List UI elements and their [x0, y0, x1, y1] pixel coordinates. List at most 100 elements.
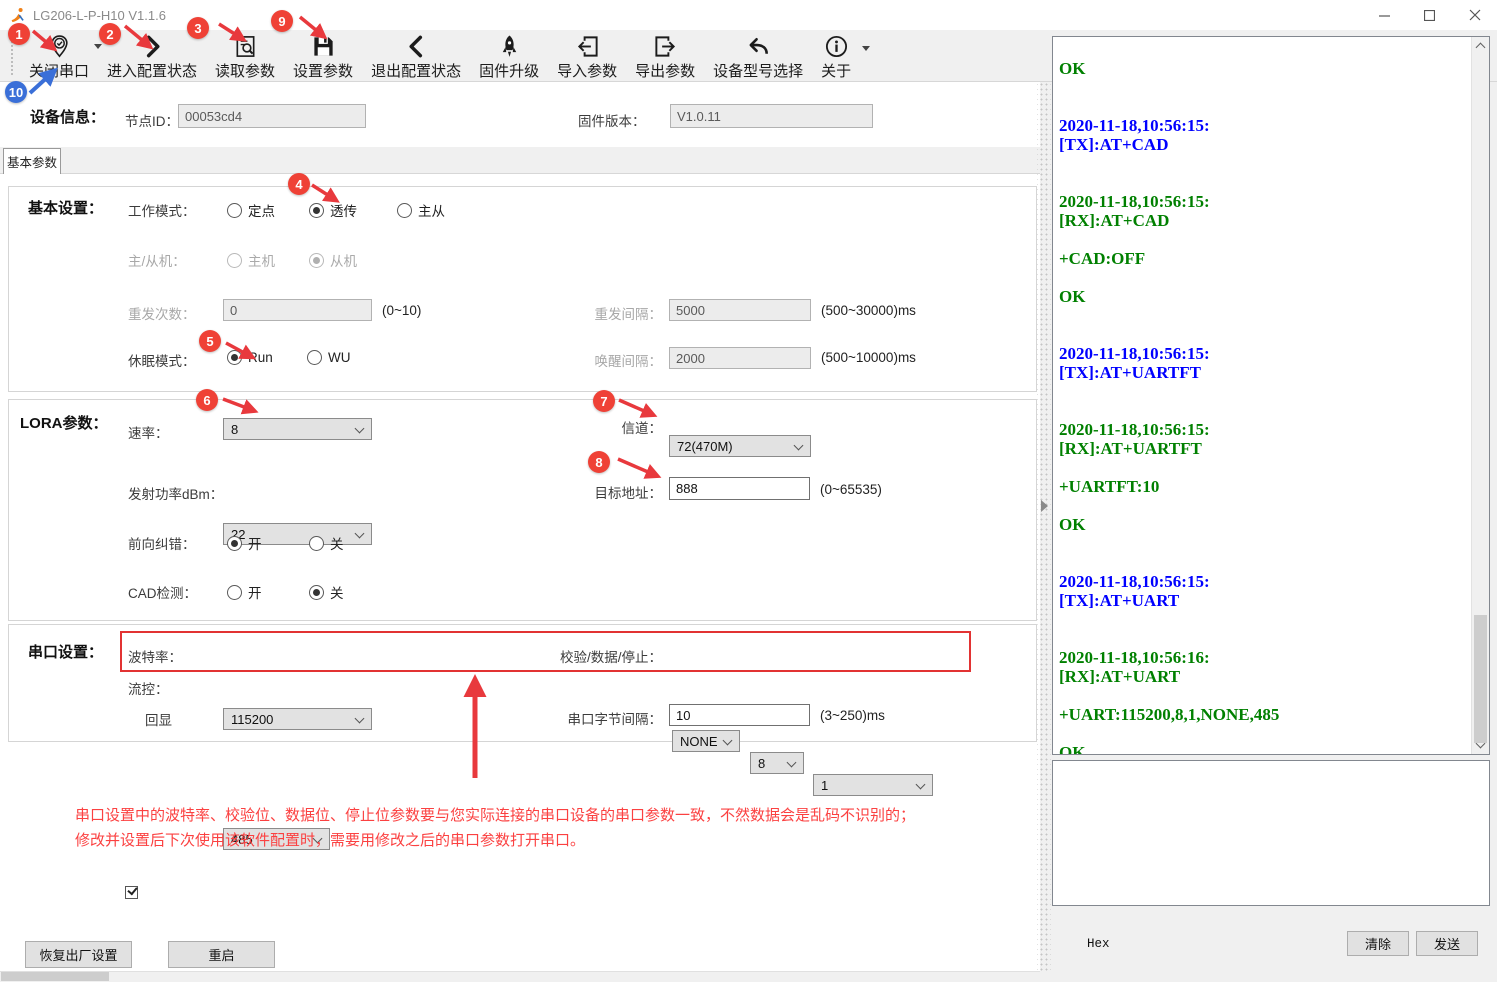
factory-reset-button[interactable]: 恢复出厂设置 — [25, 941, 132, 968]
scroll-up-icon[interactable] — [1476, 43, 1486, 53]
parity-select[interactable]: NONE — [672, 730, 740, 752]
log-line — [1059, 401, 1471, 420]
app-logo-icon — [10, 7, 26, 23]
toolbar-item-floppy-save[interactable]: 设置参数 — [284, 30, 362, 81]
serial-settings-title: 串口设置： — [28, 641, 103, 662]
window-title: LG206-L-P-H10 V1.1.6 — [33, 8, 166, 23]
byte-gap-field[interactable] — [669, 704, 810, 726]
log-line — [1059, 458, 1471, 477]
sleep-mode-label: 休眠模式： — [128, 350, 196, 370]
note-line-2: 修改并设置后下次使用该软件配置时，需要用修改之后的串口参数打开串口。 — [75, 829, 585, 850]
panel-splitter[interactable] — [1037, 82, 1051, 971]
toolbar-item-export-arrow[interactable]: 导出参数 — [626, 30, 704, 81]
splitter-collapse-icon[interactable] — [1041, 500, 1048, 512]
log-line — [1059, 534, 1471, 553]
chevron-down-icon — [794, 441, 804, 451]
workmode-radio-transparent[interactable]: 透传 — [309, 200, 357, 220]
clear-button[interactable]: 清除 — [1347, 931, 1409, 956]
horizontal-scrollbar-thumb[interactable] — [1, 972, 109, 981]
step-badge-9: 9 — [271, 10, 293, 32]
toolbar-item-label: 设备型号选择 — [713, 60, 803, 81]
resend-interval-range: (500~30000)ms — [821, 303, 916, 318]
toolbar-item-serial-pin-check[interactable]: 关闭串口 — [20, 30, 98, 81]
fec-radio-on[interactable]: 开 — [227, 533, 262, 553]
toolbar-overflow-caret-icon[interactable] — [862, 46, 870, 51]
slave-radio[interactable]: 从机 — [309, 250, 357, 270]
toolbar-item-info-circle[interactable]: 关于 — [812, 30, 860, 81]
firmware-field[interactable] — [670, 104, 873, 128]
fec-radio-off[interactable]: 关 — [309, 533, 344, 553]
log-line: 2020-11-18,10:56:15: — [1059, 116, 1471, 135]
toolbar-item-label: 设置参数 — [293, 60, 353, 81]
node-id-field[interactable] — [178, 104, 366, 128]
close-button[interactable] — [1452, 0, 1497, 30]
channel-label: 信道： — [520, 417, 662, 437]
log-line — [1059, 97, 1471, 116]
log-line — [1059, 610, 1471, 629]
basic-settings-title: 基本设置： — [28, 197, 103, 218]
rate-label: 速率： — [128, 422, 169, 442]
toolbar-item-chevron-left[interactable]: 退出配置状态 — [362, 30, 470, 81]
chevron-left-icon — [404, 33, 429, 59]
log-line — [1059, 78, 1471, 97]
stop-bits-select[interactable]: 1 — [813, 774, 933, 796]
note-line-1: 串口设置中的波特率、校验位、数据位、停止位参数要与您实际连接的串口设备的串口参数… — [75, 804, 915, 825]
log-line: OK — [1059, 515, 1471, 534]
resend-interval-field[interactable] — [669, 299, 811, 321]
log-line — [1059, 553, 1471, 572]
send-button[interactable]: 发送 — [1416, 931, 1478, 956]
send-input[interactable] — [1052, 760, 1490, 906]
log-line: [RX]:AT+UARTFT — [1059, 439, 1471, 458]
master-radio[interactable]: 主机 — [227, 250, 275, 270]
echo-checkbox[interactable] — [125, 886, 138, 899]
cad-radio-on[interactable]: 开 — [227, 582, 262, 602]
toolbar-item-undo-arrow[interactable]: 设备型号选择 — [704, 30, 812, 81]
data-bits-select[interactable]: 8 — [750, 752, 804, 774]
target-address-field[interactable] — [669, 477, 810, 500]
node-id-label: 节点ID： — [125, 110, 179, 130]
wake-interval-label: 唤醒间隔： — [520, 350, 662, 370]
toolbar-item-label: 关闭串口 — [29, 60, 89, 81]
toolbar-item-label: 导出参数 — [635, 60, 695, 81]
step-badge-4: 4 — [288, 173, 310, 195]
horizontal-scrollbar[interactable] — [0, 971, 1040, 982]
log-output[interactable]: OK2020-11-18,10:56:15:[TX]:AT+CAD2020-11… — [1052, 36, 1490, 755]
target-address-label: 目标地址： — [520, 482, 662, 502]
log-line: 2020-11-18,10:56:15: — [1059, 572, 1471, 591]
workmode-radio-fixed[interactable]: 定点 — [227, 200, 275, 220]
channel-select[interactable]: 72(470M) — [669, 435, 811, 457]
resend-count-range: (0~10) — [382, 303, 421, 318]
tab-basic-params[interactable]: 基本参数 — [3, 148, 61, 174]
log-scrollbar-thumb[interactable] — [1474, 615, 1487, 743]
tx-power-label: 发射功率dBm： — [128, 483, 223, 503]
restart-button[interactable]: 重启 — [168, 941, 275, 968]
sleep-radio-wu[interactable]: WU — [307, 350, 351, 365]
toolbar-item-doc-search[interactable]: 读取参数 — [206, 30, 284, 81]
maximize-button[interactable] — [1407, 0, 1452, 30]
log-scrollbar[interactable] — [1471, 37, 1489, 754]
resend-count-field[interactable] — [223, 299, 372, 321]
log-line: 2020-11-18,10:56:15: — [1059, 420, 1471, 439]
log-lines: OK2020-11-18,10:56:15:[TX]:AT+CAD2020-11… — [1059, 59, 1471, 755]
minimize-button[interactable] — [1362, 0, 1407, 30]
toolbar-item-label: 关于 — [821, 60, 851, 81]
wake-interval-field[interactable] — [669, 347, 811, 369]
cad-radio-off[interactable]: 关 — [309, 582, 344, 602]
toolbar-item-rocket[interactable]: 固件升级 — [470, 30, 548, 81]
resend-interval-label: 重发间隔： — [520, 303, 662, 323]
rate-select[interactable]: 8 — [223, 418, 372, 440]
log-line: +UART:115200,8,1,NONE,485 — [1059, 705, 1471, 724]
workmode-radio-masterslave[interactable]: 主从 — [397, 200, 445, 220]
titlebar: LG206-L-P-H10 V1.1.6 — [0, 0, 1497, 30]
app-window: LG206-L-P-H10 V1.1.6 关闭串口进入配置状态读取参数设置参数退… — [0, 0, 1497, 982]
toolbar-item-label: 固件升级 — [479, 60, 539, 81]
baud-select[interactable]: 115200 — [223, 708, 372, 730]
log-line — [1059, 629, 1471, 648]
log-line: 2020-11-18,10:56:15: — [1059, 344, 1471, 363]
toolbar-item-import-arrow[interactable]: 导入参数 — [548, 30, 626, 81]
log-line: 2020-11-18,10:56:15: — [1059, 192, 1471, 211]
log-line: [RX]:AT+UART — [1059, 667, 1471, 686]
sleep-radio-run[interactable]: Run — [227, 350, 273, 365]
log-line — [1059, 325, 1471, 344]
master-slave-label: 主/从机： — [128, 250, 186, 270]
